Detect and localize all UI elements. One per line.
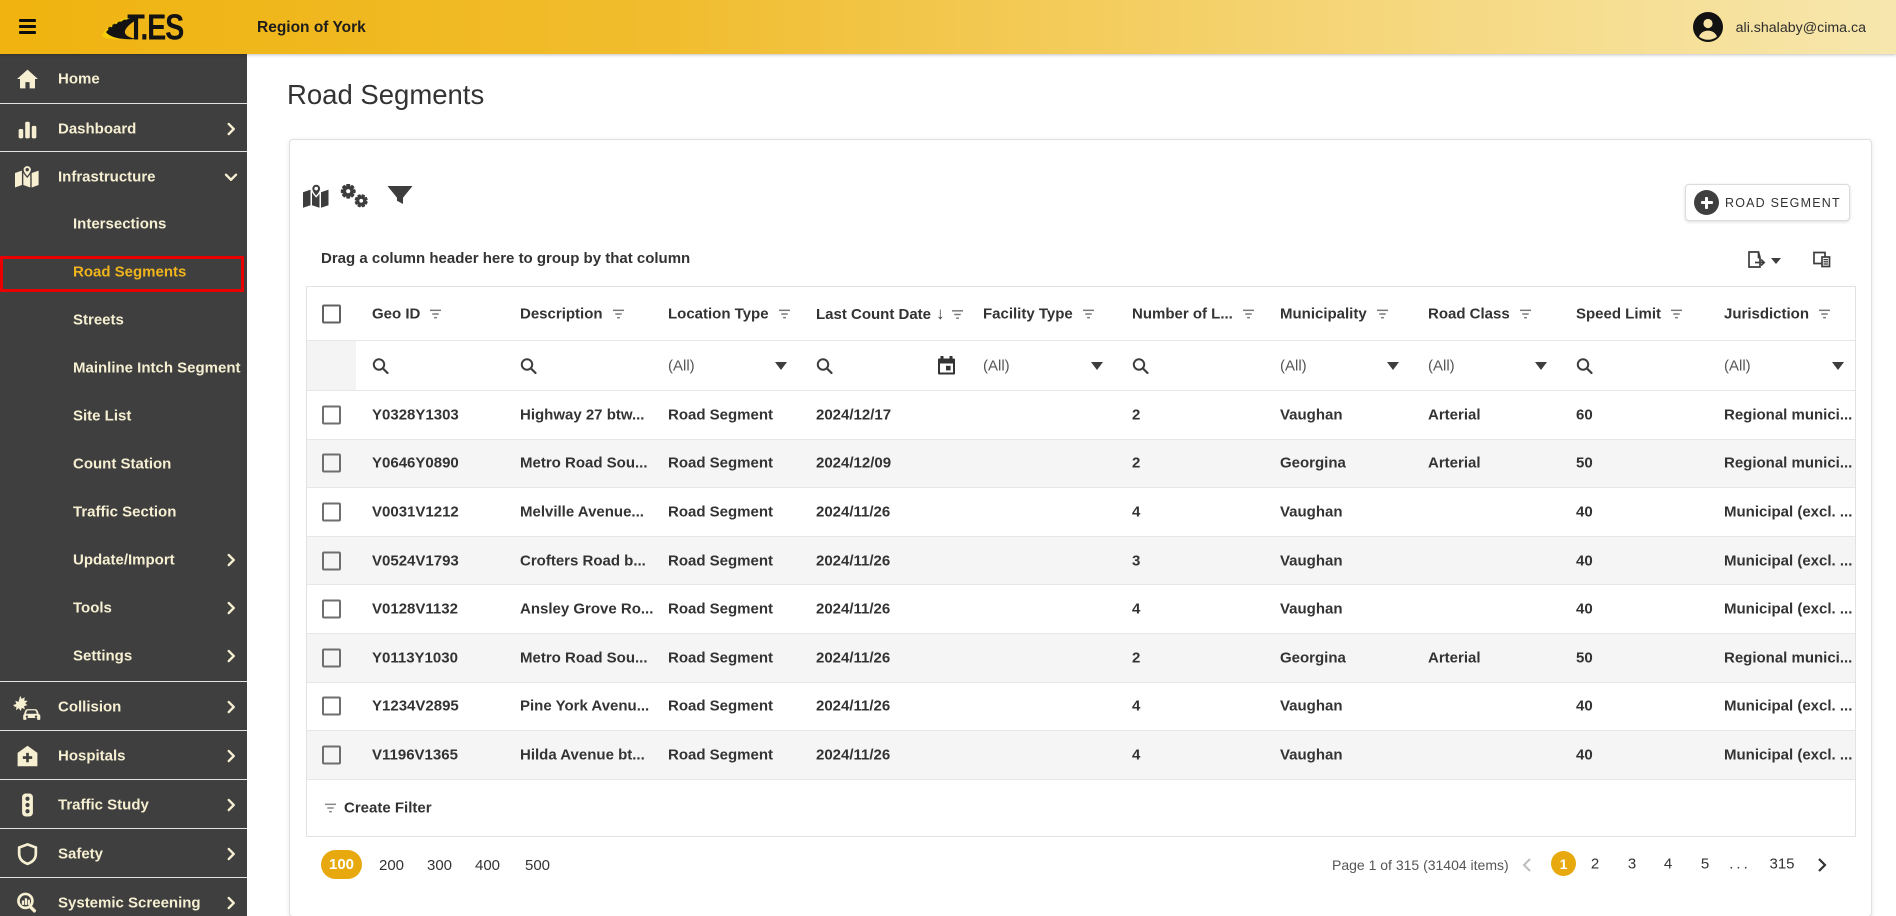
svg-text:T.ES: T.ES: [127, 8, 184, 46]
